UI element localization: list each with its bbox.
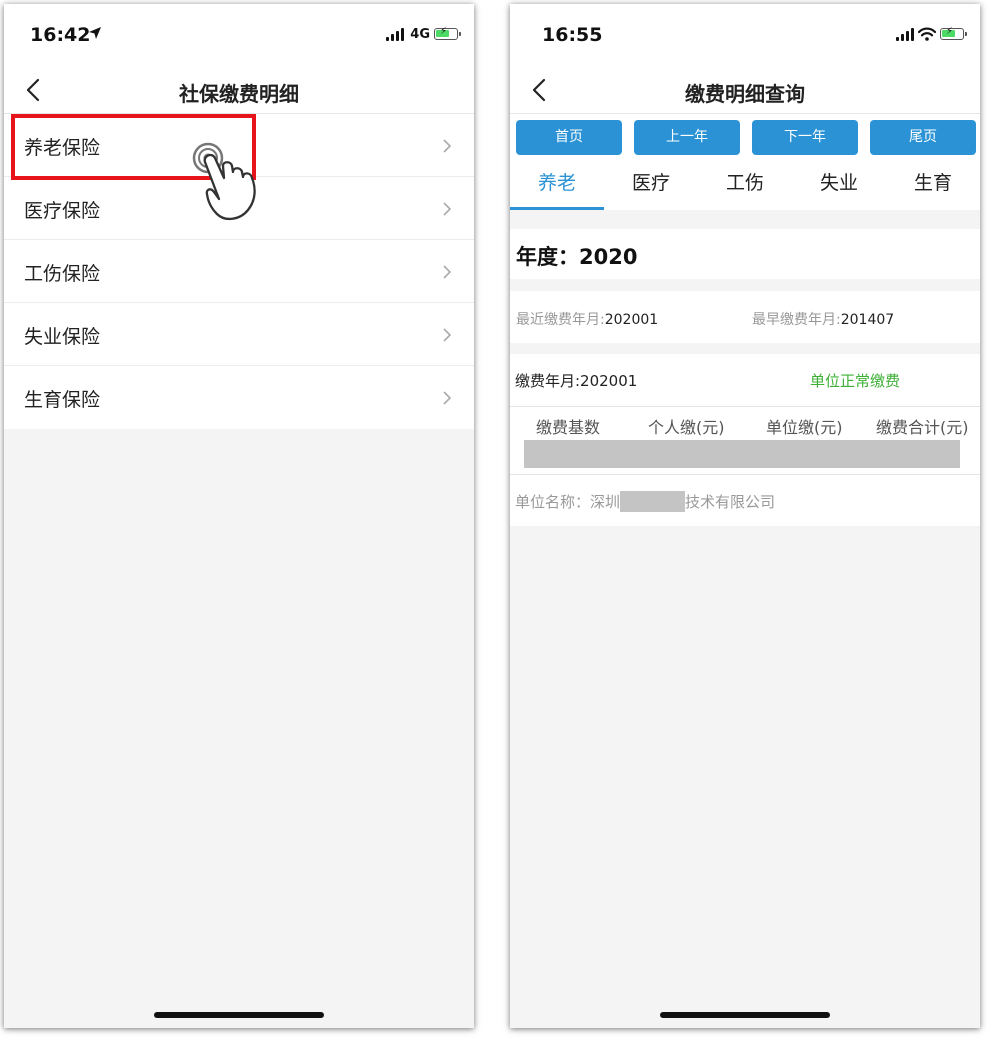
earliest-payment-value: 201407 bbox=[840, 312, 895, 328]
right-phone-screen: 16:55 ⚡ 缴费明细查询 首页 上一年 下一年 尾页 养老 医疗 工伤 失业… bbox=[510, 4, 980, 1028]
first-page-button[interactable]: 首页 bbox=[516, 120, 622, 155]
earliest-payment-label: 最早缴费年月: bbox=[752, 312, 841, 328]
battery-charging-icon: ⚡ bbox=[434, 26, 461, 40]
previous-year-button[interactable]: 上一年 bbox=[634, 120, 740, 155]
recent-payment-month: 最近缴费年月:202001 bbox=[516, 309, 658, 329]
menu-item-label: 生育保险 bbox=[24, 389, 101, 411]
signal-icon bbox=[896, 27, 914, 41]
column-header-total: 缴费合计(元) bbox=[876, 418, 969, 437]
chevron-right-icon bbox=[443, 202, 452, 216]
chevron-right-icon bbox=[443, 328, 452, 342]
menu-item-label: 工伤保险 bbox=[24, 263, 101, 285]
menu-item-unemployment[interactable]: 失业保险 bbox=[4, 303, 474, 366]
tap-hand-icon bbox=[192, 142, 256, 221]
status-time: 16:42 bbox=[30, 24, 91, 46]
tab-pension[interactable]: 养老 bbox=[510, 160, 604, 210]
network-label: 4G bbox=[410, 26, 430, 42]
tab-medical[interactable]: 医疗 bbox=[604, 160, 698, 210]
payment-range-section: 最近缴费年月:202001 最早缴费年月:201407 bbox=[510, 291, 980, 343]
signal-icon bbox=[386, 27, 405, 41]
wifi-icon bbox=[918, 27, 936, 41]
menu-item-injury[interactable]: 工伤保险 bbox=[4, 240, 474, 303]
redacted-text bbox=[620, 491, 686, 512]
home-indicator[interactable] bbox=[660, 1012, 830, 1018]
company-name-prefix: 单位名称：深圳 bbox=[515, 493, 621, 511]
nav-bar: 缴费明细查询 bbox=[510, 66, 980, 114]
status-time: 16:55 bbox=[542, 24, 603, 46]
status-indicators: 4G ⚡ bbox=[386, 26, 461, 42]
status-indicators: ⚡ bbox=[896, 26, 967, 42]
redacted-table-row bbox=[524, 440, 960, 468]
status-bar: 16:55 ⚡ bbox=[510, 4, 980, 66]
tab-unemployment[interactable]: 失业 bbox=[792, 160, 886, 210]
last-page-button[interactable]: 尾页 bbox=[870, 120, 976, 155]
tab-maternity[interactable]: 生育 bbox=[886, 160, 980, 210]
divider bbox=[510, 474, 980, 475]
chevron-right-icon bbox=[443, 139, 452, 153]
recent-payment-label: 最近缴费年月: bbox=[516, 312, 605, 328]
home-indicator[interactable] bbox=[154, 1012, 324, 1018]
earliest-payment-month: 最早缴费年月:201407 bbox=[752, 309, 894, 329]
menu-item-label: 失业保险 bbox=[24, 326, 101, 348]
insurance-tab-bar: 养老 医疗 工伤 失业 生育 bbox=[510, 160, 980, 210]
page-button-row: 首页 上一年 下一年 尾页 bbox=[510, 114, 980, 160]
menu-item-label: 养老保险 bbox=[24, 137, 101, 159]
divider bbox=[510, 406, 980, 407]
left-phone-screen: 16:42 4G ⚡ 社保缴费明细 养老保险 医疗保险 工伤保险 失业保险 生育… bbox=[4, 4, 474, 1028]
page-title: 缴费明细查询 bbox=[685, 82, 805, 106]
menu-item-maternity[interactable]: 生育保险 bbox=[4, 366, 474, 429]
tab-injury[interactable]: 工伤 bbox=[698, 160, 792, 210]
next-year-button[interactable]: 下一年 bbox=[752, 120, 858, 155]
battery-charging-icon: ⚡ bbox=[940, 26, 967, 40]
menu-item-label: 医疗保险 bbox=[24, 200, 101, 222]
column-header-personal: 个人缴(元) bbox=[648, 418, 725, 437]
location-arrow-icon bbox=[89, 27, 101, 39]
column-header-employer: 单位缴(元) bbox=[766, 418, 843, 437]
chevron-right-icon bbox=[443, 265, 452, 279]
recent-payment-value: 202001 bbox=[604, 312, 659, 328]
page-title: 社保缴费明细 bbox=[179, 82, 299, 106]
chevron-right-icon bbox=[443, 391, 452, 405]
nav-bar: 社保缴费明细 bbox=[4, 66, 474, 114]
column-header-base: 缴费基数 bbox=[536, 418, 601, 437]
company-name: 单位名称：深圳 技术有限公司 bbox=[515, 491, 775, 512]
payment-detail-card: 缴费年月:202001 单位正常缴费 缴费基数 个人缴(元) 单位缴(元) 缴费… bbox=[510, 354, 980, 526]
status-bar: 16:42 4G ⚡ bbox=[4, 4, 474, 66]
pay-status-badge: 单位正常缴费 bbox=[810, 372, 901, 390]
pay-month: 缴费年月:202001 bbox=[515, 372, 638, 390]
company-name-suffix: 技术有限公司 bbox=[685, 493, 776, 511]
year-label: 年度：2020 bbox=[516, 245, 638, 269]
year-section: 年度：2020 bbox=[510, 229, 980, 279]
table-header: 缴费基数 个人缴(元) 单位缴(元) 缴费合计(元) bbox=[510, 414, 980, 438]
